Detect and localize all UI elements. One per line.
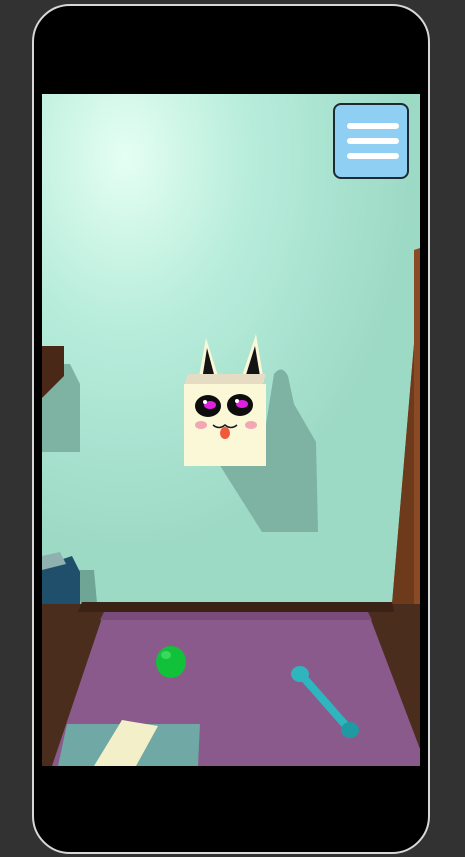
- floor-far-edge: [78, 602, 394, 612]
- left-eye-shine: [203, 400, 207, 404]
- green-ball-highlight: [161, 651, 171, 659]
- hamburger-menu-icon: [347, 123, 399, 161]
- menu-button[interactable]: [333, 103, 409, 179]
- menu-icon-bar: [347, 153, 399, 159]
- menu-icon-bar: [347, 123, 399, 129]
- pet-tongue: [220, 427, 230, 439]
- rug-shade: [100, 612, 372, 620]
- right-cheek: [245, 421, 257, 429]
- green-ball-toy[interactable]: [156, 646, 186, 678]
- game-viewport[interactable]: [42, 94, 420, 766]
- menu-icon-bar: [347, 138, 399, 144]
- game-scene: [42, 94, 420, 766]
- left-cheek: [195, 421, 207, 429]
- right-eye-shine: [235, 399, 239, 403]
